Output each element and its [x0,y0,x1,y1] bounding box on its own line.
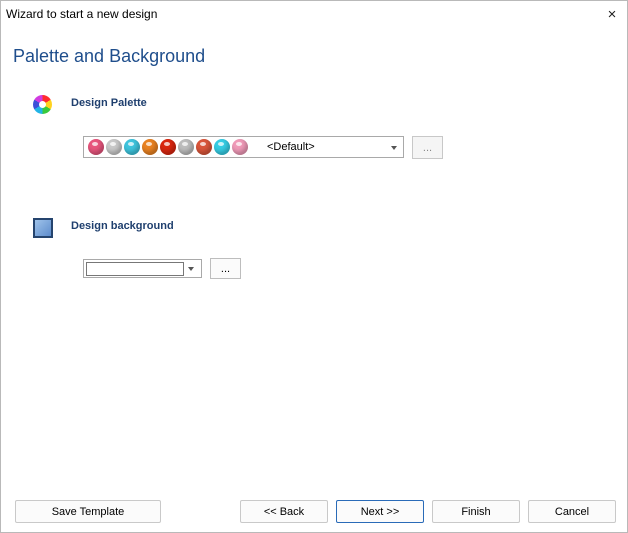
palette-more-button[interactable]: ... [412,136,443,159]
palette-swatch [124,139,140,155]
chevron-down-icon [391,146,397,150]
cancel-button[interactable]: Cancel [528,500,616,523]
background-more-button[interactable]: ... [210,258,241,279]
save-template-button[interactable]: Save Template [15,500,161,523]
close-icon[interactable]: × [599,3,625,25]
page-title: Palette and Background [13,46,206,66]
palette-swatch [160,139,176,155]
palette-swatches [88,139,248,155]
finish-button[interactable]: Finish [432,500,520,523]
palette-swatch [232,139,248,155]
background-color-swatch [86,262,184,276]
window-title: Wizard to start a new design [6,7,158,21]
color-wheel-icon [33,95,52,114]
chevron-down-icon [188,267,194,271]
background-dropdown[interactable] [83,259,202,278]
palette-swatch [106,139,122,155]
next-button[interactable]: Next >> [336,500,424,523]
palette-swatch [142,139,158,155]
design-background-label: Design background [71,220,174,232]
palette-swatch [178,139,194,155]
palette-swatch [88,139,104,155]
wizard-window: Wizard to start a new design × Palette a… [0,0,628,533]
palette-selected-value: <Default> [267,141,315,153]
palette-swatch [214,139,230,155]
design-palette-label: Design Palette [71,97,147,109]
background-square-icon [33,218,53,238]
palette-swatch [196,139,212,155]
title-bar: Wizard to start a new design × [1,1,627,27]
palette-dropdown[interactable]: <Default> [83,136,404,158]
back-button[interactable]: << Back [240,500,328,523]
